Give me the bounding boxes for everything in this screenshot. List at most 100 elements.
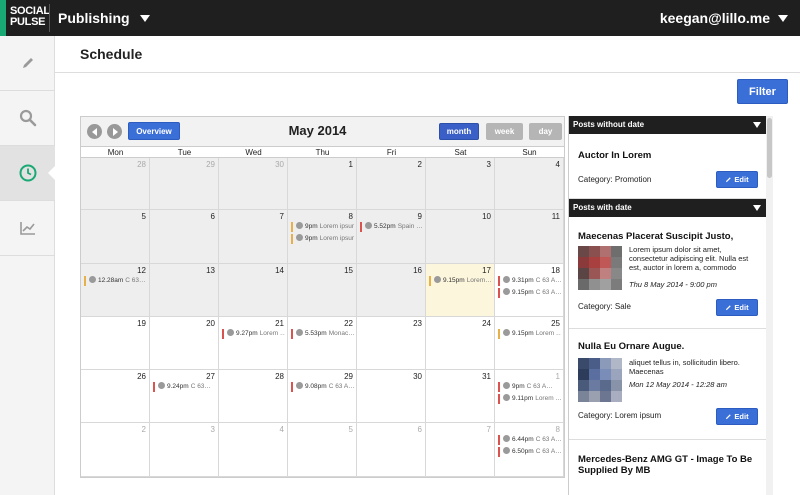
calendar-header: Overview May 2014 month week day xyxy=(81,117,564,146)
calendar-day-cell[interactable]: 31 xyxy=(426,370,495,423)
filter-button[interactable]: Filter xyxy=(737,79,788,104)
social-pulse-logo[interactable]: SOCIAL PULSE xyxy=(0,0,50,36)
calendar-day-cell[interactable]: 3 xyxy=(426,158,495,210)
calendar-day-cell[interactable]: 21 9.27pm Lorem … xyxy=(219,317,288,370)
posts-without-date-header[interactable]: Posts without date xyxy=(569,116,766,134)
calendar-day-cell[interactable]: 5 xyxy=(81,210,150,264)
calendar-day-cell[interactable]: 7 xyxy=(426,423,495,477)
calendar-day-cell[interactable]: 25 9.15pm Lorem … xyxy=(495,317,564,370)
calendar-day-cell[interactable]: 17 9.15pm Lorem… xyxy=(426,264,495,317)
user-email: keegan@lillo.me xyxy=(659,10,770,26)
day-number: 13 xyxy=(206,266,215,275)
nav-item-analytics[interactable] xyxy=(0,201,55,256)
pencil-icon xyxy=(22,58,33,68)
calendar-day-cell[interactable]: 19 xyxy=(81,317,150,370)
day-number: 17 xyxy=(482,266,491,275)
calendar-day-cell[interactable]: 3 xyxy=(150,423,219,477)
event-time: 9.15pm xyxy=(443,277,465,284)
calendar-day-cell[interactable]: 28 xyxy=(81,158,150,210)
day-number: 4 xyxy=(279,425,284,434)
day-number: 5 xyxy=(348,425,353,434)
scheduled-post-event[interactable]: 5.52pm Spain … xyxy=(360,222,423,232)
network-icon xyxy=(89,276,96,283)
calendar-day-cell[interactable]: 4 xyxy=(495,158,564,210)
thumbnail-pixel xyxy=(578,369,589,380)
scheduled-post-event[interactable]: 9.31pm C 63 A… xyxy=(498,276,561,286)
day-number: 24 xyxy=(482,319,491,328)
calendar-day-cell[interactable]: 7 xyxy=(219,210,288,264)
calendar-day-cell[interactable]: 24 xyxy=(426,317,495,370)
day-view-button[interactable]: day xyxy=(529,123,562,140)
calendar-day-cell[interactable]: 1 9pm C 63 A… 9.11pm Lorem … xyxy=(495,370,564,423)
nav-item-compose[interactable] xyxy=(0,36,55,91)
scheduled-post-event[interactable]: 6.50pm C 63 A… xyxy=(498,447,561,457)
scheduled-post-event[interactable]: 6.44pm C 63 A… xyxy=(498,435,561,445)
edit-button[interactable]: Edit xyxy=(716,299,758,316)
calendar-day-cell[interactable]: 20 xyxy=(150,317,219,370)
network-icon xyxy=(434,276,441,283)
scheduled-post-event[interactable]: 9.24pm C 63… xyxy=(153,382,216,392)
scheduled-post-event[interactable]: 9pm C 63 A… xyxy=(498,382,561,392)
edit-button[interactable]: Edit xyxy=(716,171,758,188)
calendar-day-cell[interactable]: 13 xyxy=(150,264,219,317)
scheduled-post-event[interactable]: 9.15pm Lorem… xyxy=(429,276,492,286)
day-number: 15 xyxy=(344,266,353,275)
calendar-day-cell[interactable]: 8 6.44pm C 63 A… 6.50pm C 63 A… xyxy=(495,423,564,477)
calendar-day-cell[interactable]: 14 xyxy=(219,264,288,317)
calendar-day-cell[interactable]: 30 xyxy=(219,158,288,210)
scrollbar-thumb[interactable] xyxy=(767,118,772,178)
thumbnail-pixel xyxy=(611,268,622,279)
scheduled-post-event[interactable]: 9.11pm Lorem … xyxy=(498,394,561,404)
calendar-day-cell[interactable]: 23 xyxy=(357,317,426,370)
scheduled-post-event[interactable]: 9.15pm C 63 A… xyxy=(498,288,561,298)
scheduled-post-event[interactable]: 9.08pm C 63 A… xyxy=(291,382,354,392)
scheduled-post-event[interactable]: 9.15pm Lorem … xyxy=(498,329,561,339)
calendar-day-cell[interactable]: 4 xyxy=(219,423,288,477)
post-date: Mon 12 May 2014 - 12:28 am xyxy=(629,380,727,389)
calendar-day-cell[interactable]: 6 xyxy=(150,210,219,264)
event-time: 9pm xyxy=(512,383,525,390)
calendar-day-cell[interactable]: 29 9.08pm C 63 A… xyxy=(288,370,357,423)
calendar-day-cell[interactable]: 18 9.31pm C 63 A… 9.15pm C 63 A… xyxy=(495,264,564,317)
calendar-day-cell[interactable]: 10 xyxy=(426,210,495,264)
calendar-day-cell[interactable]: 28 xyxy=(219,370,288,423)
event-color-bar xyxy=(498,447,500,457)
scheduled-post-event[interactable]: 9.27pm Lorem … xyxy=(222,329,285,339)
scheduled-post-event[interactable]: 9pmLorem ipsum… xyxy=(291,222,354,232)
calendar-day-cell[interactable]: 9 5.52pm Spain … xyxy=(357,210,426,264)
calendar-day-cell[interactable]: 2 xyxy=(81,423,150,477)
calendar-day-cell[interactable]: 1 xyxy=(288,158,357,210)
month-view-button[interactable]: month xyxy=(439,123,479,140)
calendar-day-cell[interactable]: 12 12.28am C 63… xyxy=(81,264,150,317)
post-category: Category: Sale xyxy=(578,302,631,311)
edit-button[interactable]: Edit xyxy=(716,408,758,425)
event-text: C 63 A… xyxy=(535,289,561,296)
calendar-day-cell[interactable]: 89pmLorem ipsum…9pmLorem ipsum… xyxy=(288,210,357,264)
calendar-day-cell[interactable]: 2 xyxy=(357,158,426,210)
calendar-day-cell[interactable]: 26 xyxy=(81,370,150,423)
post-category: Category: Promotion xyxy=(578,175,652,184)
posts-with-date-header[interactable]: Posts with date xyxy=(569,199,766,217)
panel-scrollbar[interactable] xyxy=(766,116,773,495)
nav-item-search[interactable] xyxy=(0,91,55,146)
scheduled-post-event[interactable]: 9pmLorem ipsum… xyxy=(291,234,354,244)
calendar-day-cell[interactable]: 30 xyxy=(357,370,426,423)
calendar-day-cell[interactable]: 16 xyxy=(357,264,426,317)
event-time: 9pm xyxy=(305,223,318,230)
calendar-day-cell[interactable]: 22 5.53pm Monac… xyxy=(288,317,357,370)
nav-item-schedule[interactable] xyxy=(0,146,56,201)
thumbnail-pixel xyxy=(578,268,589,279)
calendar-day-cell[interactable]: 11 xyxy=(495,210,564,264)
day-number: 29 xyxy=(344,372,353,381)
scheduled-post-event[interactable]: 5.53pm Monac… xyxy=(291,329,354,339)
calendar-day-cell[interactable]: 6 xyxy=(357,423,426,477)
event-time: 5.53pm xyxy=(305,330,327,337)
scheduled-post-event[interactable]: 12.28am C 63… xyxy=(84,276,147,286)
calendar-day-cell[interactable]: 29 xyxy=(150,158,219,210)
user-menu-dropdown[interactable]: keegan@lillo.me xyxy=(660,0,788,36)
calendar-day-cell[interactable]: 15 xyxy=(288,264,357,317)
week-view-button[interactable]: week xyxy=(486,123,523,140)
calendar-day-cell[interactable]: 5 xyxy=(288,423,357,477)
calendar-day-cell[interactable]: 27 9.24pm C 63… xyxy=(150,370,219,423)
app-menu-dropdown[interactable]: Publishing xyxy=(58,0,150,36)
